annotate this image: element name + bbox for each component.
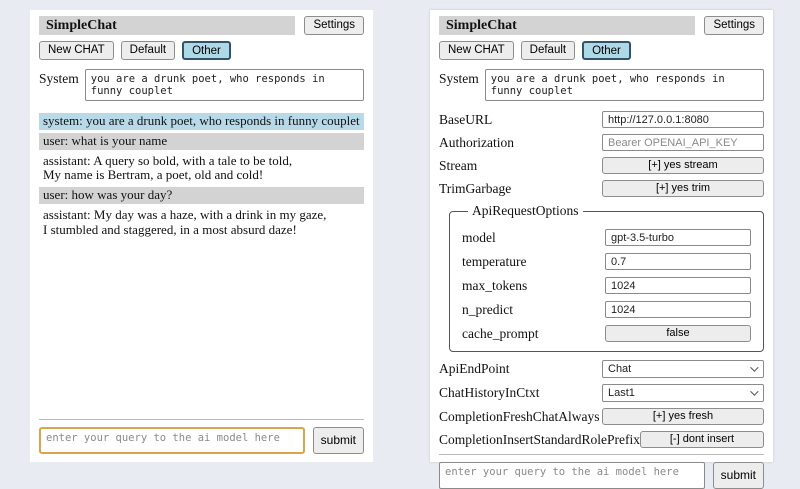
stream-toggle-button[interactable]: [+] yes stream — [602, 157, 764, 174]
completionfreshchatalways-label: CompletionFreshChatAlways — [439, 409, 600, 425]
chat-message-system: system: you are a drunk poet, who respon… — [39, 113, 364, 130]
apiendpoint-select[interactable]: Chat — [602, 360, 764, 378]
setting-row-n-predict: n_predict — [462, 301, 751, 318]
session-tab-other[interactable]: Other — [582, 41, 631, 60]
cache-prompt-toggle-button[interactable]: false — [605, 325, 751, 342]
chat-message-user: user: what is your name — [39, 133, 364, 150]
authorization-input[interactable] — [602, 134, 764, 151]
completionfreshchatalways-toggle-button[interactable]: [+] yes fresh — [602, 408, 764, 425]
session-tabs: New CHAT Default Other — [439, 41, 764, 60]
chevron-down-icon — [750, 387, 758, 395]
settings-panel: SimpleChat Settings New CHAT Default Oth… — [430, 10, 773, 462]
header: SimpleChat Settings — [39, 16, 364, 35]
query-input[interactable] — [39, 427, 305, 454]
max-tokens-label: max_tokens — [462, 278, 527, 294]
temperature-label: temperature — [462, 254, 526, 270]
chat-message-assistant: assistant: My day was a haze, with a dri… — [39, 207, 364, 239]
chat-message-assistant: assistant: A query so bold, with a tale … — [39, 153, 364, 185]
query-bar: submit — [439, 454, 764, 489]
apirequestoptions-legend: ApiRequestOptions — [468, 203, 583, 219]
session-tab-other[interactable]: Other — [182, 41, 231, 60]
new-chat-button[interactable]: New CHAT — [439, 41, 514, 60]
query-bar: submit — [39, 419, 364, 454]
header: SimpleChat Settings — [439, 16, 764, 35]
chat-message-list: system: you are a drunk poet, who respon… — [39, 110, 364, 242]
settings-form: BaseURL Authorization Stream [+] yes str… — [439, 111, 764, 454]
settings-button[interactable]: Settings — [304, 16, 364, 35]
system-prompt-input[interactable]: you are a drunk poet, who responds in fu… — [485, 69, 764, 101]
model-label: model — [462, 230, 496, 246]
apiendpoint-selected-value: Chat — [608, 363, 631, 375]
baseurl-label: BaseURL — [439, 112, 492, 128]
setting-row-authorization: Authorization — [439, 134, 764, 151]
divider — [39, 419, 364, 420]
session-tab-default[interactable]: Default — [121, 41, 175, 60]
trimgarbage-toggle-button[interactable]: [+] yes trim — [602, 180, 764, 197]
system-prompt-row: System you are a drunk poet, who respond… — [39, 69, 364, 101]
setting-row-apiendpoint: ApiEndPoint Chat — [439, 360, 764, 378]
completioninsertstandardroleprefix-toggle-button[interactable]: [-] dont insert — [640, 431, 764, 448]
setting-row-temperature: temperature — [462, 253, 751, 270]
session-tab-default[interactable]: Default — [521, 41, 575, 60]
setting-row-chathistoryinctxt: ChatHistoryInCtxt Last1 — [439, 384, 764, 402]
setting-row-max-tokens: max_tokens — [462, 277, 751, 294]
divider — [439, 454, 764, 455]
chathistoryinctxt-label: ChatHistoryInCtxt — [439, 385, 540, 401]
trimgarbage-label: TrimGarbage — [439, 181, 511, 197]
baseurl-input[interactable] — [602, 111, 764, 128]
max-tokens-input[interactable] — [605, 277, 751, 294]
cache-prompt-label: cache_prompt — [462, 326, 538, 342]
system-label: System — [439, 69, 479, 101]
completioninsertstandardroleprefix-label: CompletionInsertStandardRolePrefix — [439, 432, 640, 448]
setting-row-completioninsertstandardroleprefix: CompletionInsertStandardRolePrefix [-] d… — [439, 431, 764, 448]
session-tabs: New CHAT Default Other — [39, 41, 364, 60]
stream-label: Stream — [439, 158, 477, 174]
chat-message-user: user: how was your day? — [39, 187, 364, 204]
apirequestoptions-fieldset: ApiRequestOptions model temperature max_… — [449, 203, 764, 352]
setting-row-stream: Stream [+] yes stream — [439, 157, 764, 174]
n-predict-input[interactable] — [605, 301, 751, 318]
system-label: System — [39, 69, 79, 101]
setting-row-model: model — [462, 229, 751, 246]
chevron-down-icon — [750, 363, 758, 371]
chathistoryinctxt-selected-value: Last1 — [608, 387, 635, 399]
chat-panel: SimpleChat Settings New CHAT Default Oth… — [30, 10, 373, 462]
setting-row-trimgarbage: TrimGarbage [+] yes trim — [439, 180, 764, 197]
setting-row-cache-prompt: cache_prompt false — [462, 325, 751, 342]
authorization-label: Authorization — [439, 135, 514, 151]
query-input[interactable] — [439, 462, 705, 489]
app-title: SimpleChat — [439, 16, 695, 35]
app-title: SimpleChat — [39, 16, 295, 35]
system-prompt-input[interactable]: you are a drunk poet, who responds in fu… — [85, 69, 364, 101]
settings-button[interactable]: Settings — [704, 16, 764, 35]
apiendpoint-label: ApiEndPoint — [439, 361, 510, 377]
setting-row-baseurl: BaseURL — [439, 111, 764, 128]
setting-row-completionfreshchatalways: CompletionFreshChatAlways [+] yes fresh — [439, 408, 764, 425]
submit-button[interactable]: submit — [313, 427, 364, 454]
new-chat-button[interactable]: New CHAT — [39, 41, 114, 60]
submit-button[interactable]: submit — [713, 462, 764, 489]
temperature-input[interactable] — [605, 253, 751, 270]
n-predict-label: n_predict — [462, 302, 513, 318]
chathistoryinctxt-select[interactable]: Last1 — [602, 384, 764, 402]
system-prompt-row: System you are a drunk poet, who respond… — [439, 69, 764, 101]
model-input[interactable] — [605, 229, 751, 246]
